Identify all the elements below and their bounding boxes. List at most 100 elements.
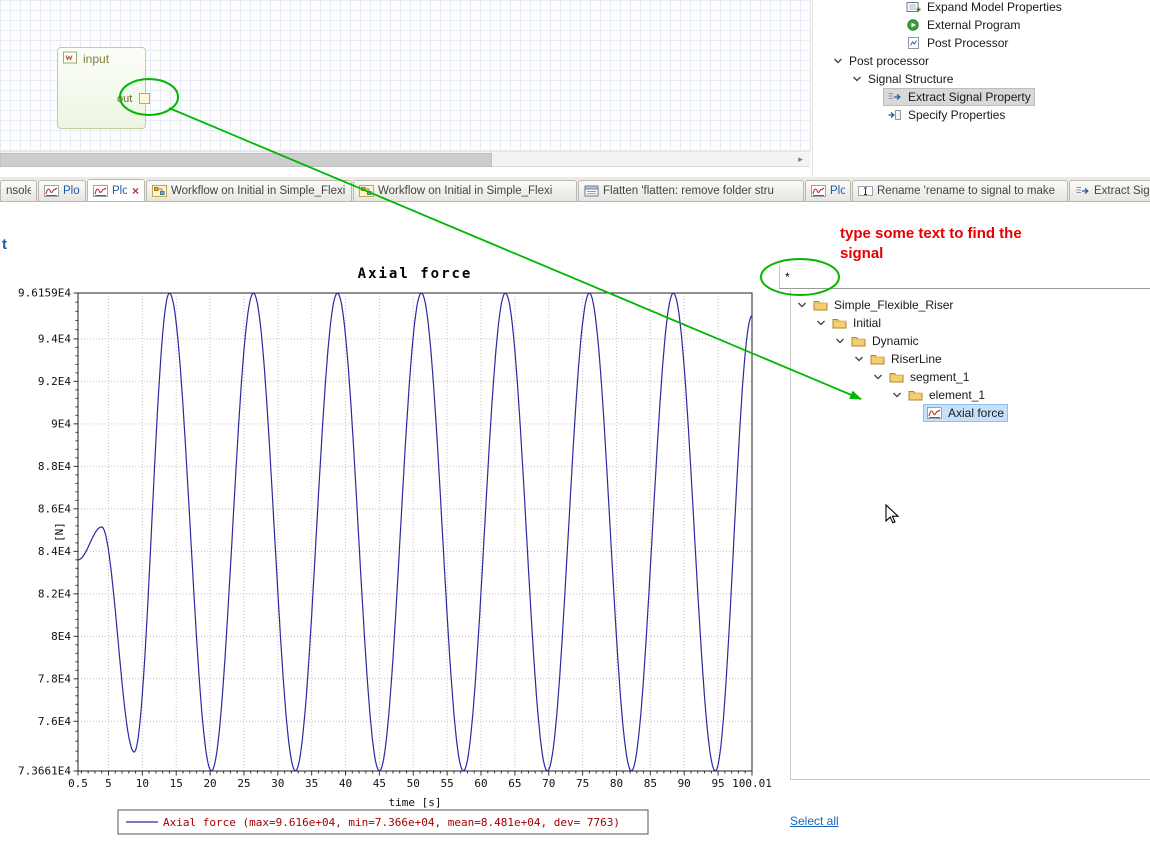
tree-indent — [831, 97, 869, 98]
tab-plot-1[interactable]: Plot — [38, 180, 86, 201]
y-tick-label: 9.4E4 — [38, 332, 71, 345]
y-tick-label: 9.6159E4 — [18, 287, 71, 300]
tree-item-content[interactable]: Extract Signal Property — [883, 88, 1035, 106]
chevron-spacer — [888, 18, 902, 32]
output-port[interactable] — [139, 93, 150, 104]
legend-text: Axial force (max=9.616e+04, min=7.366e+0… — [163, 816, 620, 829]
tree-item-content[interactable]: RiserLine — [866, 350, 946, 368]
tree-item-content[interactable]: Post Processor — [902, 34, 1012, 52]
x-tick-label: 70 — [542, 777, 555, 790]
plot-icon — [44, 185, 59, 197]
tree-item-content[interactable]: External Program — [902, 16, 1024, 34]
tree-indent — [831, 115, 869, 116]
folder-icon — [870, 353, 885, 365]
tree-item-content[interactable]: Specify Properties — [883, 106, 1009, 124]
chevron-down-icon — [834, 335, 846, 347]
tree-item-element-1[interactable]: element_1 — [795, 386, 1150, 404]
tree-item-post-processor[interactable]: Post processor — [831, 52, 1150, 70]
tree-item-content[interactable]: Signal Structure — [864, 70, 957, 88]
annotation-line-1: type some text to find the — [840, 224, 1076, 244]
tree-item-content[interactable]: Expand Model Properties — [902, 0, 1066, 16]
tree-item-content[interactable]: Dynamic — [847, 332, 923, 350]
tab-rename-rename-to-signal-to-make-7[interactable]: Rename 'rename to signal to make — [852, 180, 1068, 201]
y-tick-label: 8.4E4 — [38, 545, 71, 558]
rename-icon — [858, 185, 873, 197]
tree-item-signal-structure[interactable]: Signal Structure — [831, 70, 1150, 88]
tree-item-riserline[interactable]: RiserLine — [795, 350, 1150, 368]
tree-item-content[interactable]: Simple_Flexible_Riser — [809, 296, 957, 314]
workflow-input-block[interactable]: input out — [57, 47, 146, 129]
chevron-down-icon[interactable] — [795, 298, 809, 312]
chevron-down-icon[interactable] — [890, 388, 904, 402]
post-processor-icon — [906, 37, 923, 49]
tree-item-simple-flexible-riser[interactable]: Simple_Flexible_Riser — [795, 296, 1150, 314]
chevron-down-icon[interactable] — [831, 54, 845, 68]
tree-item-external-program[interactable]: External Program — [831, 16, 1150, 34]
tree-item-label: segment_1 — [910, 369, 969, 385]
tab-plot-6[interactable]: Plot — [805, 180, 851, 201]
tab-workflow-on-initial-in-simple-flexi-3[interactable]: Workflow on Initial in Simple_Flexi — [146, 180, 352, 201]
chevron-spacer — [888, 36, 902, 50]
workflow-icon — [152, 185, 167, 197]
tree-item-extract-signal-property[interactable]: Extract Signal Property — [831, 88, 1150, 106]
folder-icon — [813, 299, 828, 311]
workflow-canvas[interactable]: input out — [0, 0, 811, 151]
tab-workflow-on-initial-in-simple-flexi-4[interactable]: Workflow on Initial in Simple_Flexi — [353, 180, 577, 201]
tree-indent — [795, 377, 871, 378]
x-tick-label: 80 — [610, 777, 623, 790]
tree-item-content[interactable]: Axial force — [923, 404, 1008, 422]
chevron-down-icon[interactable] — [852, 352, 866, 366]
chevron-down-icon[interactable] — [833, 334, 847, 348]
tree-item-content[interactable]: segment_1 — [885, 368, 973, 386]
x-tick-label: 85 — [644, 777, 657, 790]
scrollbar-thumb[interactable] — [0, 153, 492, 167]
input-block-icon — [63, 51, 78, 64]
folder-icon — [870, 353, 887, 365]
tree-item-expand-model-properties[interactable]: Expand Model Properties — [831, 0, 1150, 16]
tab-close-icon[interactable]: × — [132, 184, 139, 198]
tree-item-label: Signal Structure — [868, 71, 953, 87]
chevron-spacer — [869, 90, 883, 104]
scrollbar-right-arrow[interactable]: ▸ — [792, 152, 809, 166]
axial-force-plot[interactable]: 0.55101520253035404550556065707580859095… — [0, 202, 790, 847]
tree-item-content[interactable]: element_1 — [904, 386, 989, 404]
tab-plot-2[interactable]: Plot × — [87, 179, 145, 202]
workflow-icon — [359, 185, 374, 197]
tree-item-initial[interactable]: Initial — [795, 314, 1150, 332]
chevron-down-icon — [872, 371, 884, 383]
tab-label: Plot — [112, 185, 127, 197]
tree-item-axial-force[interactable]: Axial force — [795, 404, 1150, 422]
select-all-link[interactable]: Select all — [790, 814, 839, 828]
x-tick-label: 95 — [711, 777, 724, 790]
signal-search-input[interactable] — [779, 265, 1150, 289]
tree-item-post-processor[interactable]: Post Processor — [831, 34, 1150, 52]
folder-icon — [889, 371, 904, 383]
tab-flatten-flatten-remove-folder-stru-5[interactable]: Flatten 'flatten: remove folder stru — [578, 180, 804, 201]
expand-model-properties-icon — [906, 1, 921, 13]
tree-indent — [831, 43, 888, 44]
x-tick-label: 35 — [305, 777, 318, 790]
tree-item-content[interactable]: Post processor — [845, 52, 933, 70]
tree-item-label: Dynamic — [872, 333, 919, 349]
chevron-down-icon[interactable] — [871, 370, 885, 384]
chevron-down-icon[interactable] — [814, 316, 828, 330]
canvas-horizontal-scrollbar[interactable]: ▸ — [0, 151, 810, 167]
tree-indent — [795, 395, 890, 396]
plot-icon — [811, 185, 826, 197]
chevron-down-icon[interactable] — [850, 72, 864, 86]
tab-label: Plot — [830, 185, 845, 197]
tree-item-dynamic[interactable]: Dynamic — [795, 332, 1150, 350]
folder-icon — [851, 335, 868, 347]
y-tick-label: 8.8E4 — [38, 460, 71, 473]
folder-icon — [813, 299, 830, 311]
tab-extract-signa-8[interactable]: Extract Signa — [1069, 180, 1150, 201]
tab-nsole-0[interactable]: nsole — [0, 180, 37, 201]
application-window: input out ▸ Expand Model PropertiesExter… — [0, 0, 1150, 847]
tree-item-content[interactable]: Initial — [828, 314, 885, 332]
chevron-spacer — [909, 406, 923, 420]
tree-item-segment-1[interactable]: segment_1 — [795, 368, 1150, 386]
tree-item-specify-properties[interactable]: Specify Properties — [831, 106, 1150, 124]
external-program-icon — [906, 19, 921, 31]
tab-label: Flatten 'flatten: remove folder stru — [603, 185, 774, 197]
tab-label: Workflow on Initial in Simple_Flexi — [171, 185, 345, 197]
